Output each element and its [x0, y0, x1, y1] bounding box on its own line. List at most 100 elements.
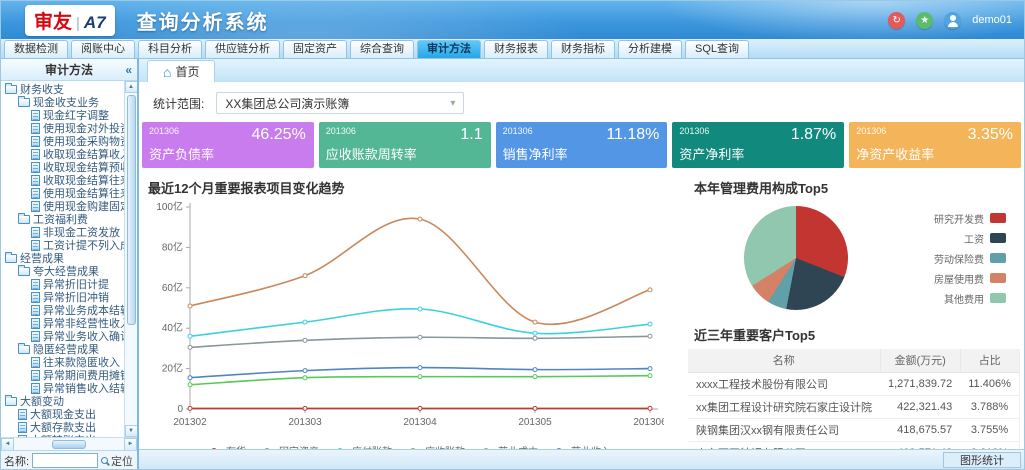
svg-text:201303: 201303	[288, 417, 322, 428]
svg-text:60亿: 60亿	[162, 281, 183, 294]
nav-tab[interactable]: SQL查询	[685, 40, 749, 58]
kpi-card[interactable]: 20130646.25%资产负债率	[142, 122, 314, 168]
nav-tab[interactable]: 科目分析	[138, 40, 202, 58]
kpi-card[interactable]: 20130611.18%销售净利率	[496, 122, 668, 168]
document-icon	[31, 357, 40, 368]
nav-tab[interactable]: 财务报表	[484, 40, 548, 58]
scroll-up-icon[interactable]: ▲	[125, 81, 138, 93]
pie-legend-item[interactable]: 研究开发费	[896, 211, 1006, 226]
collapse-sidebar-icon[interactable]: «	[125, 63, 132, 77]
tree-item[interactable]: 大额转账支出	[1, 434, 124, 437]
pie-legend-label: 研究开发费	[934, 211, 984, 226]
body: 审计方法 « 财务收支现金收支业务现金红字调整使用现金对外投资使用现金采购物资收…	[1, 59, 1024, 470]
table-cell: 403,571.43	[880, 441, 960, 449]
tree-folder[interactable]: 隐匿经营成果	[1, 343, 124, 356]
kpi-card[interactable]: 2013061.87%资产净利率	[672, 122, 844, 168]
tree-item[interactable]: 非现金工资发放	[1, 226, 124, 239]
tree-search-label: 名称:	[4, 453, 29, 469]
nav-tab[interactable]: 分析建模	[618, 40, 682, 58]
power-icon[interactable]: ↻	[888, 12, 905, 29]
tree-item[interactable]: 收取现金结算预收款	[1, 161, 124, 174]
tree-folder[interactable]: 大额变动	[1, 395, 124, 408]
tree-item[interactable]: 使用现金采购物资	[1, 135, 124, 148]
document-icon	[31, 305, 40, 316]
tree-item[interactable]: 异常销售收入结转	[1, 382, 124, 395]
tree-folder[interactable]: 夸大经营成果	[1, 265, 124, 278]
tree-item[interactable]: 使用现金对外投资	[1, 122, 124, 135]
folder-icon	[5, 85, 17, 94]
pie-legend-item[interactable]: 工资	[896, 231, 1006, 246]
table-header-row: 名称金额(万元)占比	[688, 349, 1019, 372]
kpi-card[interactable]: 2013063.35%净资产收益率	[849, 122, 1021, 168]
tree-item[interactable]: 往来款隐匿收入	[1, 356, 124, 369]
page-tab-strip: ⌂ 首页	[139, 59, 1024, 83]
pie-legend-item[interactable]: 其他费用	[896, 291, 1006, 306]
kpi-label: 销售净利率	[503, 144, 568, 163]
scope-select[interactable]: XX集团总公司演示账簿 ▾	[216, 92, 464, 114]
tree-item[interactable]: 大额存款支出	[1, 421, 124, 434]
tree-item-label: 经营成果	[20, 253, 64, 265]
nav-tab[interactable]: 综合查询	[350, 40, 414, 58]
svg-text:40亿: 40亿	[162, 321, 183, 334]
tree-item-label: 使用现金对外投资	[43, 123, 124, 135]
horizontal-scroll-thumb[interactable]	[52, 440, 86, 449]
tree-vertical-scrollbar[interactable]: ▲ ▼	[124, 81, 137, 437]
document-icon	[18, 435, 27, 437]
pie-legend-item[interactable]: 房屋使用费	[896, 271, 1006, 286]
document-icon	[31, 110, 40, 121]
tree-item[interactable]: 异常业务收入确认	[1, 330, 124, 343]
document-icon	[31, 162, 40, 173]
favorite-icon[interactable]: ★	[916, 12, 933, 29]
tree-item[interactable]: 异常期间费用摊销	[1, 369, 124, 382]
document-icon	[31, 240, 40, 251]
tree-item[interactable]: 异常非经营性收入	[1, 317, 124, 330]
tree-folder[interactable]: 经营成果	[1, 252, 124, 265]
chart-stat-button[interactable]: 图形统计	[943, 452, 1021, 468]
kpi-period: 201306	[679, 126, 709, 136]
kpi-card[interactable]: 2013061.1应收账款周转率	[319, 122, 491, 168]
nav-tab[interactable]: 数据检测	[4, 40, 68, 58]
user-avatar-icon[interactable]	[944, 12, 961, 29]
scroll-down-icon[interactable]: ▼	[125, 425, 138, 437]
nav-tab[interactable]: 阅账中心	[71, 40, 135, 58]
sidebar: 审计方法 « 财务收支现金收支业务现金红字调整使用现金对外投资使用现金采购物资收…	[1, 59, 139, 470]
scroll-left-icon[interactable]: ◄	[1, 438, 14, 451]
table-cell: 1,271,839.72	[880, 372, 960, 395]
kpi-label: 净资产收益率	[856, 144, 934, 163]
tree-item[interactable]: 使用现金结算往来款	[1, 187, 124, 200]
customer-table: 名称金额(万元)占比 xxxx工程技术股份有限公司1,271,839.7211.…	[688, 349, 1020, 449]
tree-item-label: 使用现金采购物资	[43, 136, 124, 148]
tree-item[interactable]: 大额现金支出	[1, 408, 124, 421]
vertical-scroll-thumb[interactable]	[127, 95, 136, 325]
tree-search-input[interactable]	[32, 453, 98, 468]
tree-item[interactable]: 收取现金结算收入	[1, 148, 124, 161]
tree-folder[interactable]: 财务收支	[1, 83, 124, 96]
svg-text:0: 0	[177, 404, 183, 415]
tree-item[interactable]: 工资计提不列入成本费用	[1, 239, 124, 252]
scroll-right-icon[interactable]: ►	[124, 438, 137, 451]
tree-item-label: 大额现金支出	[30, 409, 96, 421]
kpi-value: 46.25%	[252, 126, 306, 144]
document-icon	[31, 149, 40, 160]
tree-locate-label: 定位	[111, 453, 133, 469]
pie-legend-item[interactable]: 劳动保险费	[896, 251, 1006, 266]
tree-item[interactable]: 收取现金结算往来款	[1, 174, 124, 187]
nav-tab[interactable]: 供应链分析	[205, 40, 280, 58]
tree-horizontal-scrollbar[interactable]: ◄ ►	[1, 437, 137, 450]
tree-folder[interactable]: 现金收支业务	[1, 96, 124, 109]
tree-item[interactable]: 异常折旧冲销	[1, 291, 124, 304]
tab-home[interactable]: ⌂ 首页	[147, 60, 215, 82]
tree-item-label: 使用现金购建固定资产	[43, 201, 124, 213]
nav-tab[interactable]: 财务指标	[551, 40, 615, 58]
nav-tab[interactable]: 固定资产	[283, 40, 347, 58]
tree-item[interactable]: 使用现金购建固定资产	[1, 200, 124, 213]
kpi-value: 11.18%	[606, 126, 659, 144]
tree-item[interactable]: 现金红字调整	[1, 109, 124, 122]
table-header-cell: 金额(万元)	[880, 349, 960, 372]
document-icon	[31, 123, 40, 134]
nav-tab[interactable]: 审计方法	[417, 40, 481, 58]
tree-item[interactable]: 异常折旧计提	[1, 278, 124, 291]
tree-locate-button[interactable]: 定位	[101, 453, 134, 469]
tree-item[interactable]: 异常业务成本结转	[1, 304, 124, 317]
tree-folder[interactable]: 工资福利费	[1, 213, 124, 226]
